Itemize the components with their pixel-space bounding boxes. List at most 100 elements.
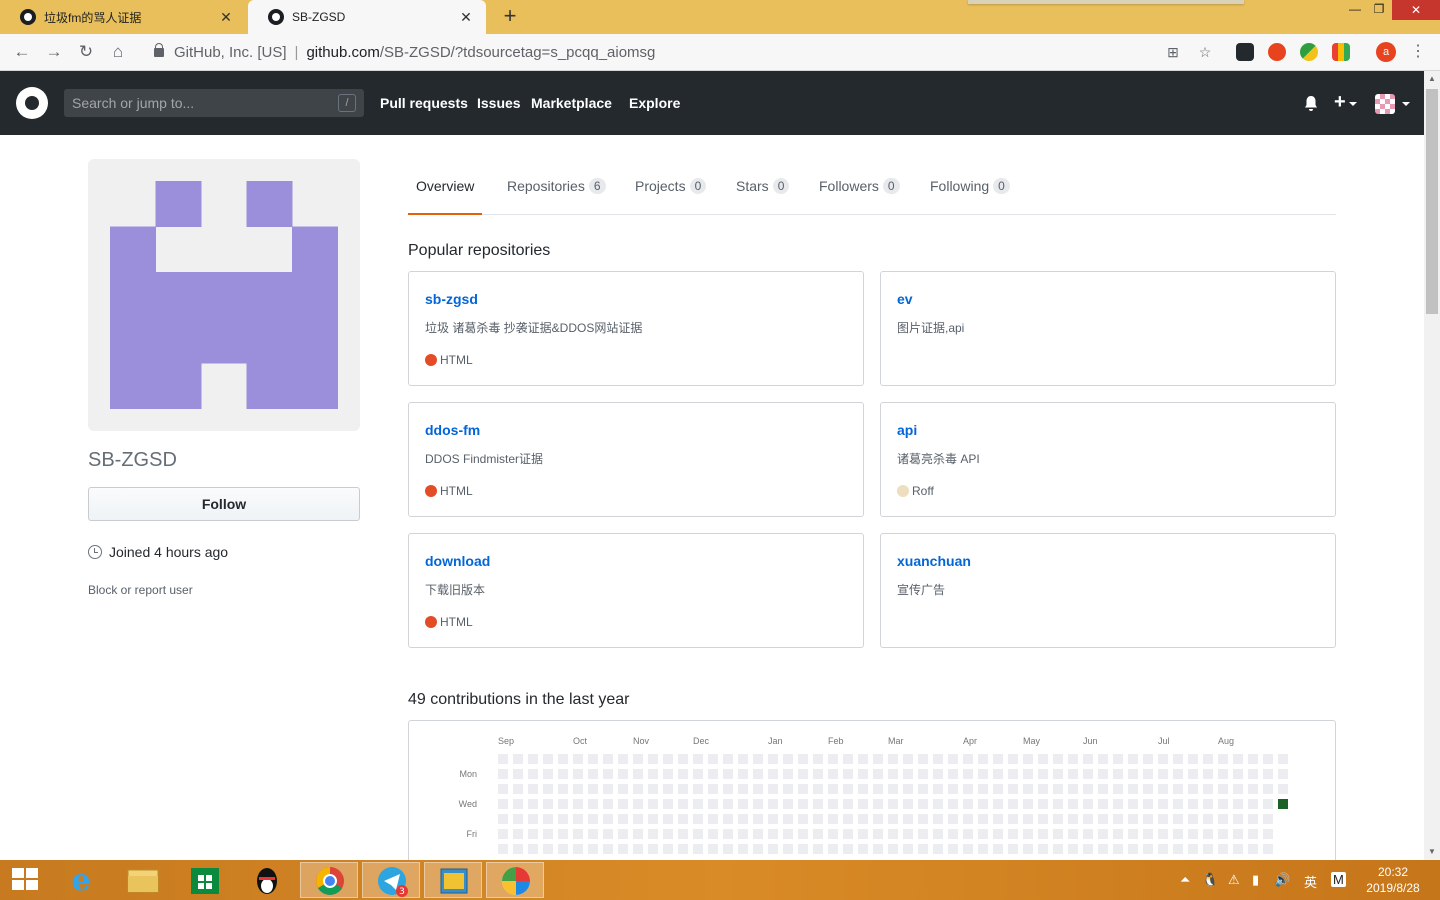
contribution-day[interactable] [1158,829,1168,839]
notification-bell-icon[interactable] [1303,95,1319,118]
contribution-day[interactable] [1023,769,1033,779]
contribution-day[interactable] [738,814,748,824]
contribution-day[interactable] [1233,754,1243,764]
browser-tab-active[interactable]: SB-ZGSD ✕ [248,0,486,34]
contribution-day[interactable] [678,814,688,824]
contribution-day[interactable] [1278,769,1288,779]
contribution-day[interactable] [873,844,883,854]
contribution-day[interactable] [1098,844,1108,854]
contribution-day[interactable] [798,844,808,854]
system-clock[interactable]: 20:32 2019/8/28 [1362,864,1424,896]
contribution-day[interactable] [1158,799,1168,809]
contribution-day[interactable] [1053,814,1063,824]
contribution-day[interactable] [1143,829,1153,839]
contribution-day[interactable] [723,784,733,794]
ime-mode-indicator[interactable]: M [1331,872,1346,887]
contribution-day[interactable] [948,784,958,794]
contribution-day[interactable] [603,754,613,764]
contribution-day[interactable] [798,784,808,794]
contribution-day[interactable] [933,754,943,764]
contribution-day[interactable] [753,814,763,824]
contribution-day[interactable] [1143,814,1153,824]
contribution-day[interactable] [933,829,943,839]
contribution-day[interactable] [933,799,943,809]
contribution-day[interactable] [1188,799,1198,809]
contribution-day[interactable] [1173,799,1183,809]
chrome-icon[interactable] [300,862,358,898]
contribution-day[interactable] [708,799,718,809]
contribution-day[interactable] [723,769,733,779]
contribution-day[interactable] [1143,784,1153,794]
contribution-day[interactable] [528,769,538,779]
contribution-day[interactable] [1188,829,1198,839]
contribution-day[interactable] [648,799,658,809]
contribution-day[interactable] [1068,829,1078,839]
create-new-dropdown[interactable]: + [1334,92,1357,114]
repo-name-link[interactable]: xuanchuan [897,553,971,569]
contribution-day[interactable] [558,784,568,794]
tab-following[interactable]: Following 0 [930,159,1010,214]
contribution-day[interactable] [813,754,823,764]
tab-repositories[interactable]: Repositories 6 [507,159,606,214]
contribution-day[interactable] [618,784,628,794]
tab-stars[interactable]: Stars 0 [736,159,790,214]
contribution-day[interactable] [1128,799,1138,809]
contribution-day[interactable] [1128,814,1138,824]
contribution-day[interactable] [963,754,973,764]
contribution-day[interactable] [648,814,658,824]
store-icon[interactable] [176,862,234,898]
extension-icon[interactable] [1236,43,1254,61]
tab-overview[interactable]: Overview [408,159,483,215]
contribution-day[interactable] [498,799,508,809]
follow-button[interactable]: Follow [88,487,360,521]
contribution-day[interactable] [1038,814,1048,824]
contribution-day[interactable] [888,829,898,839]
contribution-day[interactable] [678,784,688,794]
contribution-day[interactable] [588,844,598,854]
contribution-day[interactable] [663,814,673,824]
restore-button[interactable]: ❐ [1366,0,1392,20]
contribution-day[interactable] [1083,799,1093,809]
contribution-day[interactable] [1008,769,1018,779]
contribution-day[interactable] [903,769,913,779]
extension-icon[interactable] [1332,43,1350,61]
contribution-day[interactable] [663,784,673,794]
contribution-day[interactable] [513,769,523,779]
contribution-day[interactable] [1158,784,1168,794]
contribution-day[interactable] [918,784,928,794]
contribution-day[interactable] [1128,769,1138,779]
qq-tray-icon[interactable]: 🐧 [1202,872,1218,888]
contribution-day[interactable] [618,754,628,764]
contribution-day[interactable] [873,769,883,779]
contribution-day[interactable] [1038,769,1048,779]
contribution-day[interactable] [588,829,598,839]
contribution-day[interactable] [783,784,793,794]
contribution-day[interactable] [798,829,808,839]
contribution-day[interactable] [1053,754,1063,764]
tray-expand-icon[interactable]: ⏶ [1180,872,1190,888]
contribution-day[interactable] [1233,814,1243,824]
contribution-day[interactable] [768,769,778,779]
contribution-day[interactable] [1203,754,1213,764]
contribution-day[interactable] [1248,799,1258,809]
contribution-day[interactable] [1128,844,1138,854]
contribution-day[interactable] [1173,814,1183,824]
contribution-day[interactable] [873,799,883,809]
contribution-day[interactable] [693,784,703,794]
contribution-day[interactable] [633,784,643,794]
contribution-day[interactable] [513,754,523,764]
contribution-day[interactable] [678,754,688,764]
contribution-day[interactable] [1158,754,1168,764]
contribution-day[interactable] [498,814,508,824]
contribution-day[interactable] [693,829,703,839]
contribution-day[interactable] [858,799,868,809]
block-report-link[interactable]: Block or report user [88,583,193,597]
scroll-up-arrow-icon[interactable]: ▲ [1424,71,1440,87]
contribution-day[interactable] [708,829,718,839]
contribution-day[interactable] [993,814,1003,824]
contribution-day[interactable] [783,754,793,764]
contribution-day[interactable] [1278,784,1288,794]
contribution-day[interactable] [1098,769,1108,779]
contribution-day[interactable] [978,769,988,779]
contribution-day[interactable] [1083,784,1093,794]
